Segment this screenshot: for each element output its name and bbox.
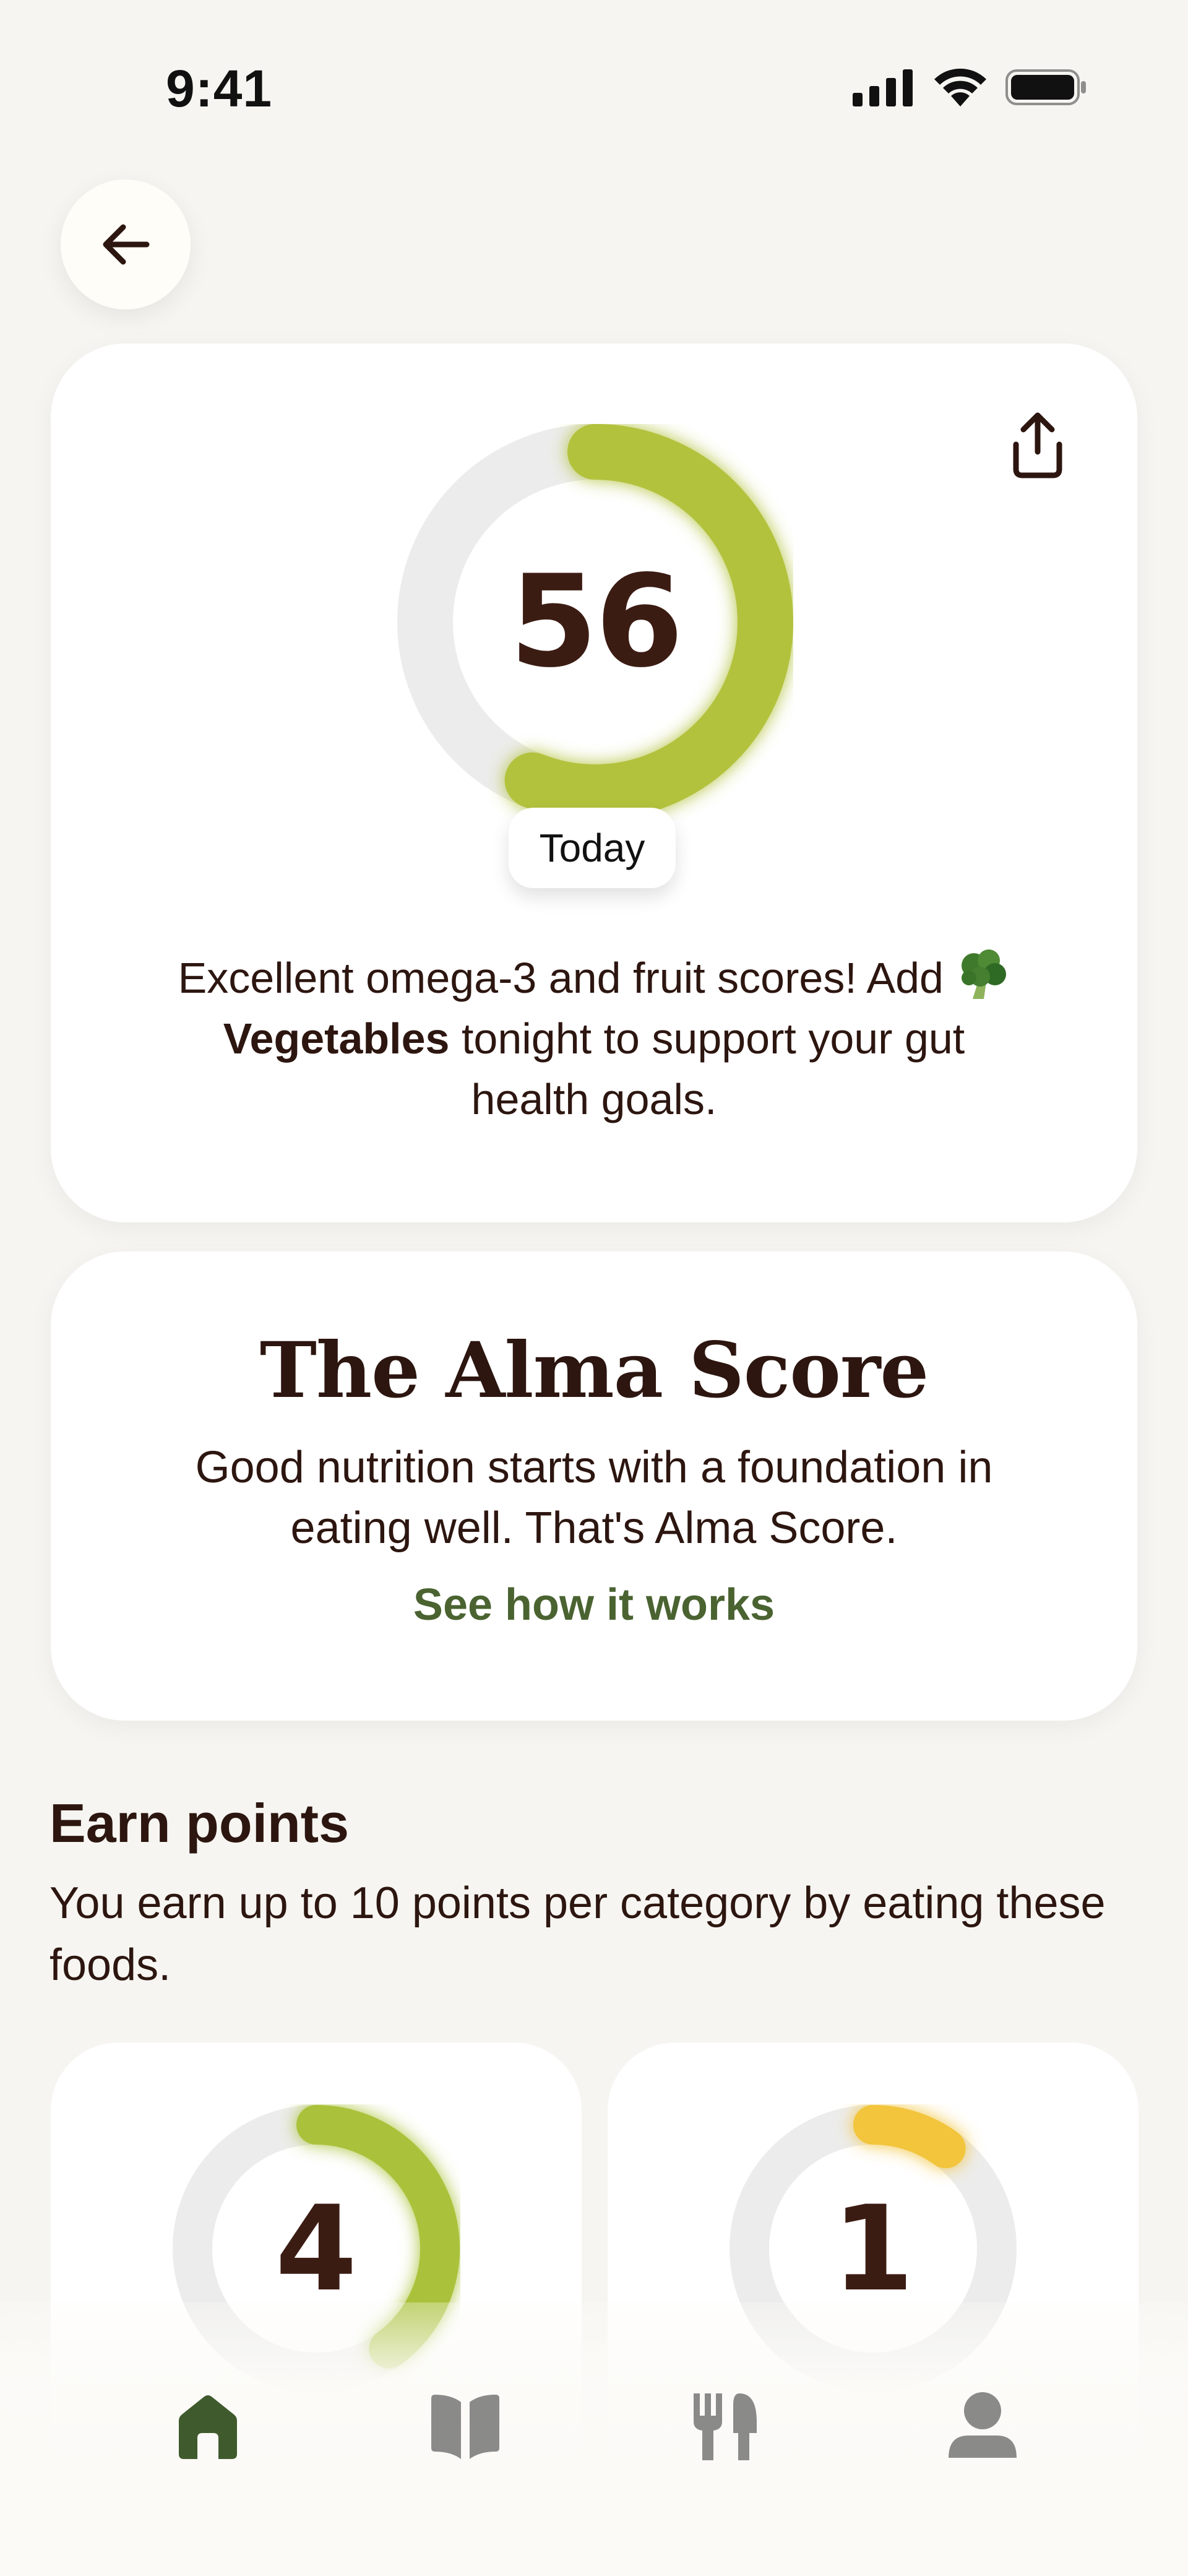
book-icon (431, 2395, 499, 2459)
earn-points-subtitle: You earn up to 10 points per category by… (50, 1878, 1106, 1990)
nav-home[interactable] (158, 2377, 257, 2476)
wifi-icon (934, 68, 986, 106)
home-icon (179, 2395, 237, 2459)
score-message: Excellent omega-3 and fruit scores! Add … (174, 947, 1014, 1130)
see-how-it-works-link[interactable]: See how it works (51, 1580, 1137, 1630)
score-message-text-end: tonight to support your gut health goals… (449, 1014, 965, 1123)
status-time: 9:41 (166, 59, 273, 118)
info-description: Good nutrition starts with a foundation … (195, 1443, 993, 1553)
share-button[interactable] (997, 405, 1078, 486)
nav-learn[interactable] (416, 2377, 515, 2476)
score-message-text: Excellent omega-3 and fruit scores! Add (178, 954, 956, 1002)
arrow-left-icon (103, 224, 150, 265)
broccoli-icon (962, 949, 1007, 999)
alma-score-card: 56 Today Excellent omega-3 and fruit sco… (51, 344, 1137, 1222)
utensils-icon (694, 2393, 757, 2460)
score-value: 56 (509, 548, 683, 696)
info-title: The Alma Score (259, 1326, 929, 1416)
score-ring: 56 (397, 424, 793, 820)
back-button[interactable] (61, 179, 191, 309)
earn-points-title: Earn points (50, 1792, 350, 1854)
battery-icon (1005, 69, 1086, 105)
nav-meals[interactable] (676, 2377, 775, 2476)
alma-score-info-card: The Alma Score Good nutrition starts wit… (51, 1251, 1137, 1721)
score-message-highlight: Vegetables (223, 1014, 450, 1063)
period-badge: Today (509, 808, 676, 888)
share-icon (1013, 412, 1062, 478)
nav-profile[interactable] (933, 2377, 1032, 2476)
profile-icon (949, 2392, 1017, 2458)
status-bar: 9:41 (0, 0, 1188, 155)
bottom-nav (0, 2364, 1188, 2488)
cellular-signal-icon (853, 69, 913, 106)
